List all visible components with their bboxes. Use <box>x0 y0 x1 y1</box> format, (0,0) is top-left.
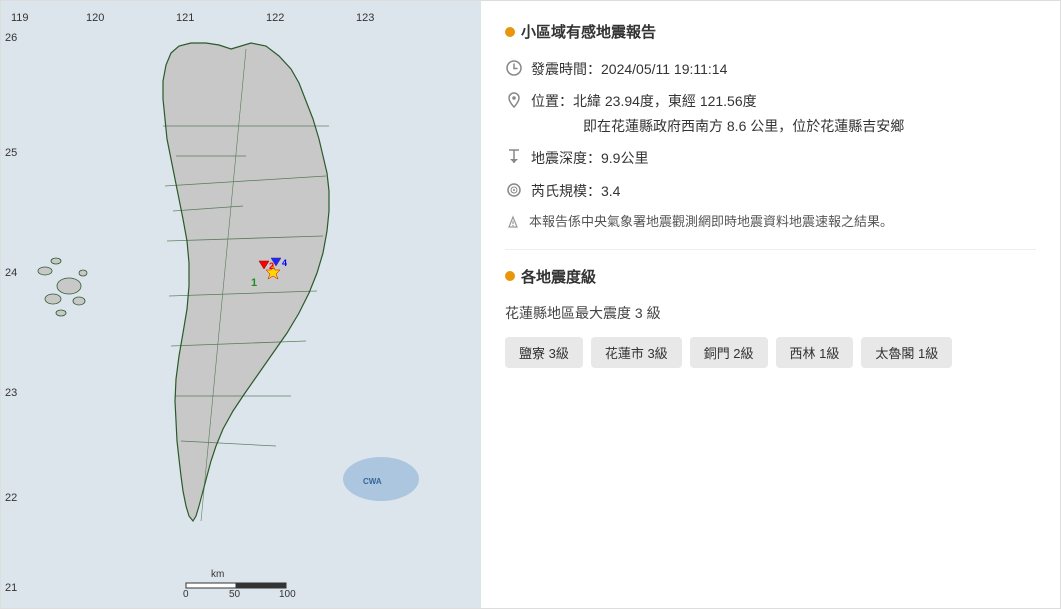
svg-text:0: 0 <box>183 589 189 600</box>
svg-text:CWA: CWA <box>363 477 382 486</box>
intensity-tag: 太魯閣 1級 <box>861 337 952 368</box>
svg-text:24: 24 <box>5 267 17 279</box>
depth-label: 地震深度： <box>531 150 601 166</box>
svg-text:100: 100 <box>279 589 296 600</box>
divider <box>505 249 1036 250</box>
svg-text:26: 26 <box>5 32 17 44</box>
disclaimer-icon <box>505 214 521 230</box>
svg-text:122: 122 <box>266 12 284 24</box>
depth-row: 地震深度：9.9公里 <box>505 147 1036 169</box>
svg-text:123: 123 <box>356 12 374 24</box>
time-row: 發震時間：2024/05/11 19:11:14 <box>505 58 1036 80</box>
location-label: 位置： <box>531 93 573 109</box>
svg-text:1: 1 <box>251 277 257 289</box>
location-line1: 北緯 23.94度，東經 121.56度 <box>573 93 757 109</box>
location-row: 位置：北緯 23.94度，東經 121.56度 即在花蓮縣政府西南方 8.6 公… <box>505 90 1036 137</box>
intensity-section: 各地震度級 花蓮縣地區最大震度 3 級 鹽寮 3級花蓮市 3級銅門 2級西林 1… <box>505 266 1036 368</box>
magnitude-row: 芮氏規模：3.4 <box>505 180 1036 202</box>
time-icon <box>505 59 523 77</box>
magnitude-label: 芮氏規模： <box>531 183 601 199</box>
main-container: 119 120 121 122 123 26 25 24 23 22 21 <box>0 0 1061 609</box>
depth-value: 9.9公里 <box>601 150 648 166</box>
intensity-tags: 鹽寮 3級花蓮市 3級銅門 2級西林 1級太魯閣 1級 <box>505 337 1036 368</box>
intensity-tag: 西林 1級 <box>776 337 854 368</box>
magnitude-icon <box>505 181 523 199</box>
orange-dot-intensity <box>505 271 515 281</box>
info-panel: 小區域有感地震報告 發震時間：2024/05/11 19:11:14 <box>481 1 1060 608</box>
report-section-title: 小區域有感地震報告 <box>505 21 1036 42</box>
intensity-tag: 花蓮市 3級 <box>591 337 682 368</box>
svg-text:km: km <box>211 569 224 580</box>
svg-text:21: 21 <box>5 582 17 594</box>
intensity-title-text: 各地震度級 <box>521 266 596 287</box>
time-text: 發震時間：2024/05/11 19:11:14 <box>531 58 727 80</box>
magnitude-value: 3.4 <box>601 183 620 199</box>
report-title-text: 小區域有感地震報告 <box>521 21 656 42</box>
intensity-section-title: 各地震度級 <box>505 266 1036 287</box>
svg-text:120: 120 <box>86 12 104 24</box>
location-text: 位置：北緯 23.94度，東經 121.56度 即在花蓮縣政府西南方 8.6 公… <box>531 90 904 137</box>
max-intensity-text: 花蓮縣地區最大震度 3 級 <box>505 303 1036 323</box>
svg-text:23: 23 <box>5 387 17 399</box>
disclaimer-text: 本報告係中央氣象署地震觀測網即時地震資料地震速報之結果。 <box>529 212 893 233</box>
disclaimer-row: 本報告係中央氣象署地震觀測網即時地震資料地震速報之結果。 <box>505 212 1036 233</box>
location-icon <box>505 91 523 109</box>
time-label: 發震時間： <box>531 61 601 77</box>
svg-text:119: 119 <box>11 12 29 24</box>
time-value: 2024/05/11 19:11:14 <box>601 61 727 77</box>
location-line2: 即在花蓮縣政府西南方 8.6 公里，位於花蓮縣吉安鄉 <box>531 115 904 137</box>
orange-dot-report <box>505 27 515 37</box>
depth-icon <box>505 148 523 166</box>
map-panel: 119 120 121 122 123 26 25 24 23 22 21 <box>1 1 481 609</box>
svg-text:22: 22 <box>5 492 17 504</box>
svg-text:25: 25 <box>5 147 17 159</box>
magnitude-text: 芮氏規模：3.4 <box>531 180 620 202</box>
depth-text: 地震深度：9.9公里 <box>531 147 648 169</box>
svg-text:50: 50 <box>229 589 241 600</box>
svg-text:121: 121 <box>176 12 194 24</box>
svg-text:4: 4 <box>282 258 287 268</box>
svg-text:2: 2 <box>269 261 274 271</box>
intensity-tag: 銅門 2級 <box>690 337 768 368</box>
intensity-tag: 鹽寮 3級 <box>505 337 583 368</box>
